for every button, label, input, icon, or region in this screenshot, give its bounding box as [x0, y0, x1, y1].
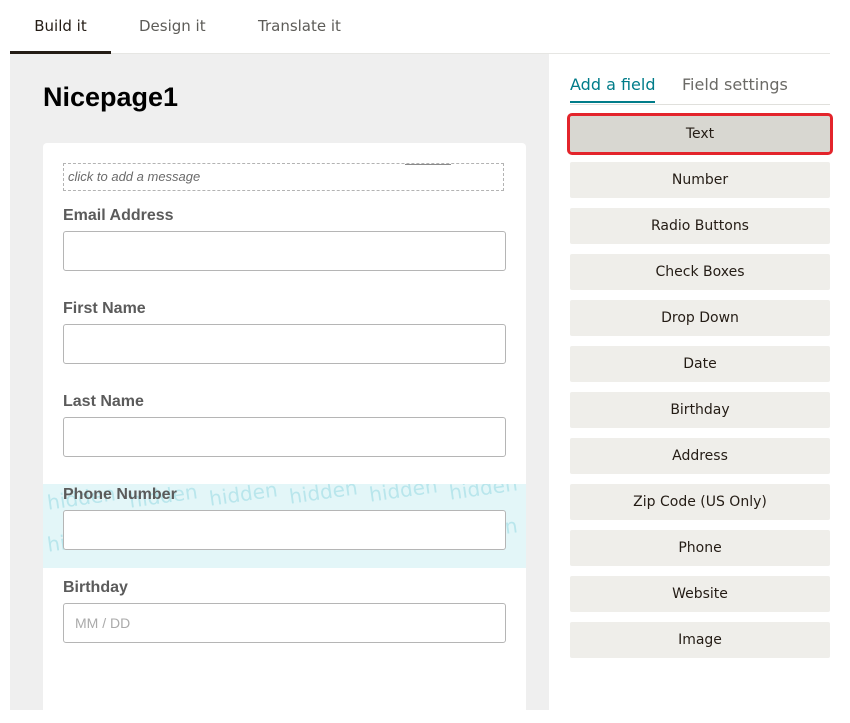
- form-title[interactable]: Nicepage1: [43, 82, 178, 113]
- add-radio-buttons-field-button[interactable]: Radio Buttons: [570, 208, 830, 244]
- field-panel-tabs: Add a field Field settings: [570, 54, 830, 105]
- hidden-watermark: hidden: [287, 484, 359, 509]
- last-name-input[interactable]: [63, 417, 506, 457]
- add-address-field-button[interactable]: Address: [570, 438, 830, 474]
- add-text-field-button[interactable]: Text: [567, 113, 833, 155]
- birthday-input[interactable]: MM / DD: [63, 603, 506, 643]
- birthday-label: Birthday: [63, 579, 128, 596]
- tab-add-a-field[interactable]: Add a field: [570, 75, 656, 103]
- form-canvas: Nicepage1 click to add a message hidden …: [10, 54, 549, 723]
- tab-translate-it[interactable]: Translate it: [258, 0, 341, 53]
- message-placeholder: click to add a message: [68, 169, 201, 184]
- message-box[interactable]: click to add a message: [63, 163, 504, 191]
- email-address-label: Email Address: [63, 207, 174, 224]
- add-number-field-button[interactable]: Number: [570, 162, 830, 198]
- hidden-watermark: hidden: [447, 484, 519, 505]
- form-card: click to add a message hidden hidden hid…: [43, 143, 526, 723]
- tab-field-settings[interactable]: Field settings: [682, 75, 788, 102]
- tab-build-it[interactable]: Build it: [10, 0, 111, 54]
- add-birthday-field-button[interactable]: Birthday: [570, 392, 830, 428]
- first-name-label: First Name: [63, 300, 146, 317]
- last-name-label: Last Name: [63, 393, 144, 410]
- add-date-field-button[interactable]: Date: [570, 346, 830, 382]
- first-name-input[interactable]: [63, 324, 506, 364]
- phone-number-label: Phone Number: [63, 486, 177, 503]
- email-address-input[interactable]: [63, 231, 506, 271]
- tab-design-it[interactable]: Design it: [139, 0, 206, 53]
- phone-number-input[interactable]: [63, 510, 506, 550]
- add-drop-down-field-button[interactable]: Drop Down: [570, 300, 830, 336]
- add-website-field-button[interactable]: Website: [570, 576, 830, 612]
- add-image-field-button[interactable]: Image: [570, 622, 830, 658]
- top-tabs: Build it Design it Translate it: [10, 0, 830, 54]
- hidden-watermark: hidden: [367, 484, 439, 507]
- add-check-boxes-field-button[interactable]: Check Boxes: [570, 254, 830, 290]
- add-phone-field-button[interactable]: Phone: [570, 530, 830, 566]
- text-cursor-line: [405, 164, 451, 165]
- add-zip-code-field-button[interactable]: Zip Code (US Only): [570, 484, 830, 520]
- hidden-watermark: hidden: [207, 484, 279, 511]
